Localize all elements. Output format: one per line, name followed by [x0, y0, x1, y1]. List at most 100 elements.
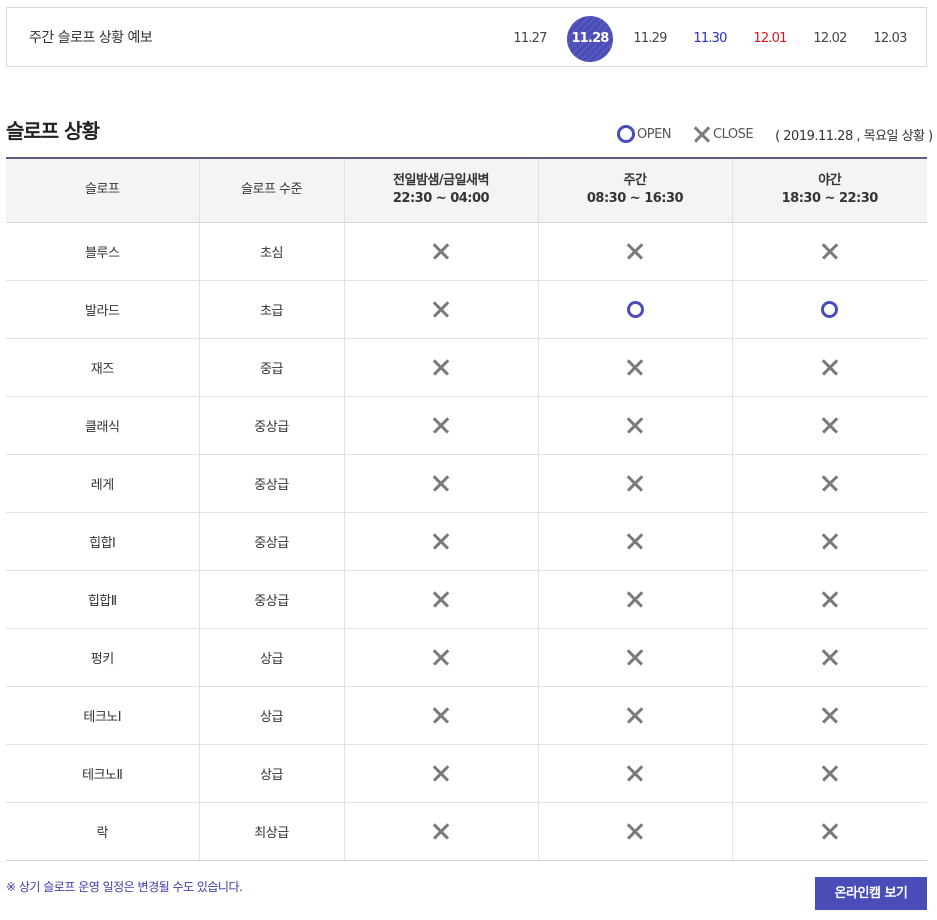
slope-name: 펑키 [6, 628, 200, 687]
header-night-time: 22:30 ~ 04:00 [392, 191, 490, 207]
close-x-icon [432, 242, 450, 260]
close-x-icon [626, 474, 644, 492]
close-x-icon [432, 822, 450, 840]
forecast-date-1[interactable]: 11.28 [567, 16, 613, 62]
status-evening [732, 570, 927, 629]
close-x-icon [693, 125, 711, 143]
table-row: 테크노Ⅱ 상급 [6, 744, 927, 803]
legend-close-label: CLOSE [713, 126, 754, 142]
forecast-date-0[interactable]: 11.27 [507, 16, 553, 62]
status-night [344, 802, 539, 861]
slope-name: 블루스 [6, 222, 200, 281]
section-title: 슬로프 상황 [6, 119, 100, 143]
slope-name: 테크노Ⅰ [6, 686, 200, 745]
online-webcam-button[interactable]: 온라인캠 보기 [815, 877, 927, 910]
slope-level: 중상급 [199, 396, 345, 455]
weekly-forecast-bar: 주간 슬로프 상황 예보 11.27 11.28 11.29 11.30 12.01 12… [6, 7, 927, 67]
slope-level: 초급 [199, 280, 345, 339]
forecast-date-5[interactable]: 12.02 [807, 16, 853, 62]
close-x-icon [432, 474, 450, 492]
status-night [344, 744, 539, 803]
header-night-title: 전일밤샘/금일새벽 [393, 173, 489, 189]
slope-level: 상급 [199, 744, 345, 803]
header-slope: 슬로프 [6, 158, 200, 223]
slope-name: 힙합Ⅰ [6, 512, 200, 571]
open-circle-icon [821, 300, 839, 318]
close-x-icon [626, 706, 644, 724]
status-day [538, 570, 733, 629]
open-circle-icon [617, 125, 635, 143]
close-x-icon [626, 416, 644, 434]
close-x-icon [821, 764, 839, 782]
status-day [538, 802, 733, 861]
forecast-date-6[interactable]: 12.03 [867, 16, 913, 62]
status-day [538, 628, 733, 687]
slope-name: 테크노Ⅱ [6, 744, 200, 803]
slope-level: 중상급 [199, 512, 345, 571]
close-x-icon [821, 474, 839, 492]
close-x-icon [432, 648, 450, 666]
status-night [344, 454, 539, 513]
status-night [344, 628, 539, 687]
status-day [538, 396, 733, 455]
close-x-icon [626, 242, 644, 260]
status-evening [732, 454, 927, 513]
header-day-time: 08:30 ~ 16:30 [586, 191, 684, 207]
table-body: 블루스 초심 발라드 초급 재즈 중급 클래식 중상급 레게 중상급 힙합Ⅰ 중상급 힙합Ⅱ 중상급 펑키 상… [6, 222, 927, 861]
slope-level: 중상급 [199, 454, 345, 513]
slope-name: 락 [6, 802, 200, 861]
close-x-icon [821, 242, 839, 260]
header-day: 주간 08:30 ~ 16:30 [538, 158, 733, 223]
table-header-row: 슬로프 슬로프 수준 전일밤샘/금일새벽 22:30 ~ 04:00 주간 08… [6, 158, 927, 223]
table-row: 재즈 중급 [6, 338, 927, 397]
close-x-icon [432, 358, 450, 376]
header-evening-time: 18:30 ~ 22:30 [781, 191, 879, 207]
status-date: ( 2019.11.28 , 목요일 상황 ) [775, 128, 933, 144]
slope-name: 발라드 [6, 280, 200, 339]
close-x-icon [432, 764, 450, 782]
status-day [538, 686, 733, 745]
close-x-icon [821, 532, 839, 550]
forecast-date-list: 11.27 11.28 11.29 11.30 12.01 12.02 12.03 [7, 8, 926, 66]
close-x-icon [432, 706, 450, 724]
slope-level: 초심 [199, 222, 345, 281]
slope-level: 최상급 [199, 802, 345, 861]
legend-close: CLOSE [693, 125, 754, 143]
forecast-date-4[interactable]: 12.01 [747, 16, 793, 62]
close-x-icon [821, 706, 839, 724]
status-night [344, 686, 539, 745]
slope-name: 재즈 [6, 338, 200, 397]
status-night [344, 222, 539, 281]
status-night [344, 280, 539, 339]
table-row: 블루스 초심 [6, 222, 927, 281]
close-x-icon [626, 590, 644, 608]
status-day [538, 454, 733, 513]
close-x-icon [626, 822, 644, 840]
table-row: 레게 중상급 [6, 454, 927, 513]
close-x-icon [821, 590, 839, 608]
forecast-date-3[interactable]: 11.30 [687, 16, 733, 62]
close-x-icon [432, 416, 450, 434]
slope-level: 상급 [199, 686, 345, 745]
status-evening [732, 280, 927, 339]
slope-name: 레게 [6, 454, 200, 513]
header-night: 전일밤샘/금일새벽 22:30 ~ 04:00 [344, 158, 539, 223]
status-day [538, 512, 733, 571]
table-row: 힙합Ⅰ 중상급 [6, 512, 927, 571]
status-evening [732, 222, 927, 281]
close-x-icon [821, 648, 839, 666]
slope-level: 중급 [199, 338, 345, 397]
forecast-date-2[interactable]: 11.29 [627, 16, 673, 62]
close-x-icon [626, 358, 644, 376]
status-night [344, 512, 539, 571]
legend-open: OPEN [617, 125, 672, 143]
status-evening [732, 628, 927, 687]
status-evening [732, 396, 927, 455]
table-row: 힙합Ⅱ 중상급 [6, 570, 927, 629]
slope-status-table: 슬로프 슬로프 수준 전일밤샘/금일새벽 22:30 ~ 04:00 주간 08… [6, 157, 927, 861]
table-row: 테크노Ⅰ 상급 [6, 686, 927, 745]
table-row: 펑키 상급 [6, 628, 927, 687]
close-x-icon [432, 300, 450, 318]
close-x-icon [626, 764, 644, 782]
close-x-icon [821, 822, 839, 840]
